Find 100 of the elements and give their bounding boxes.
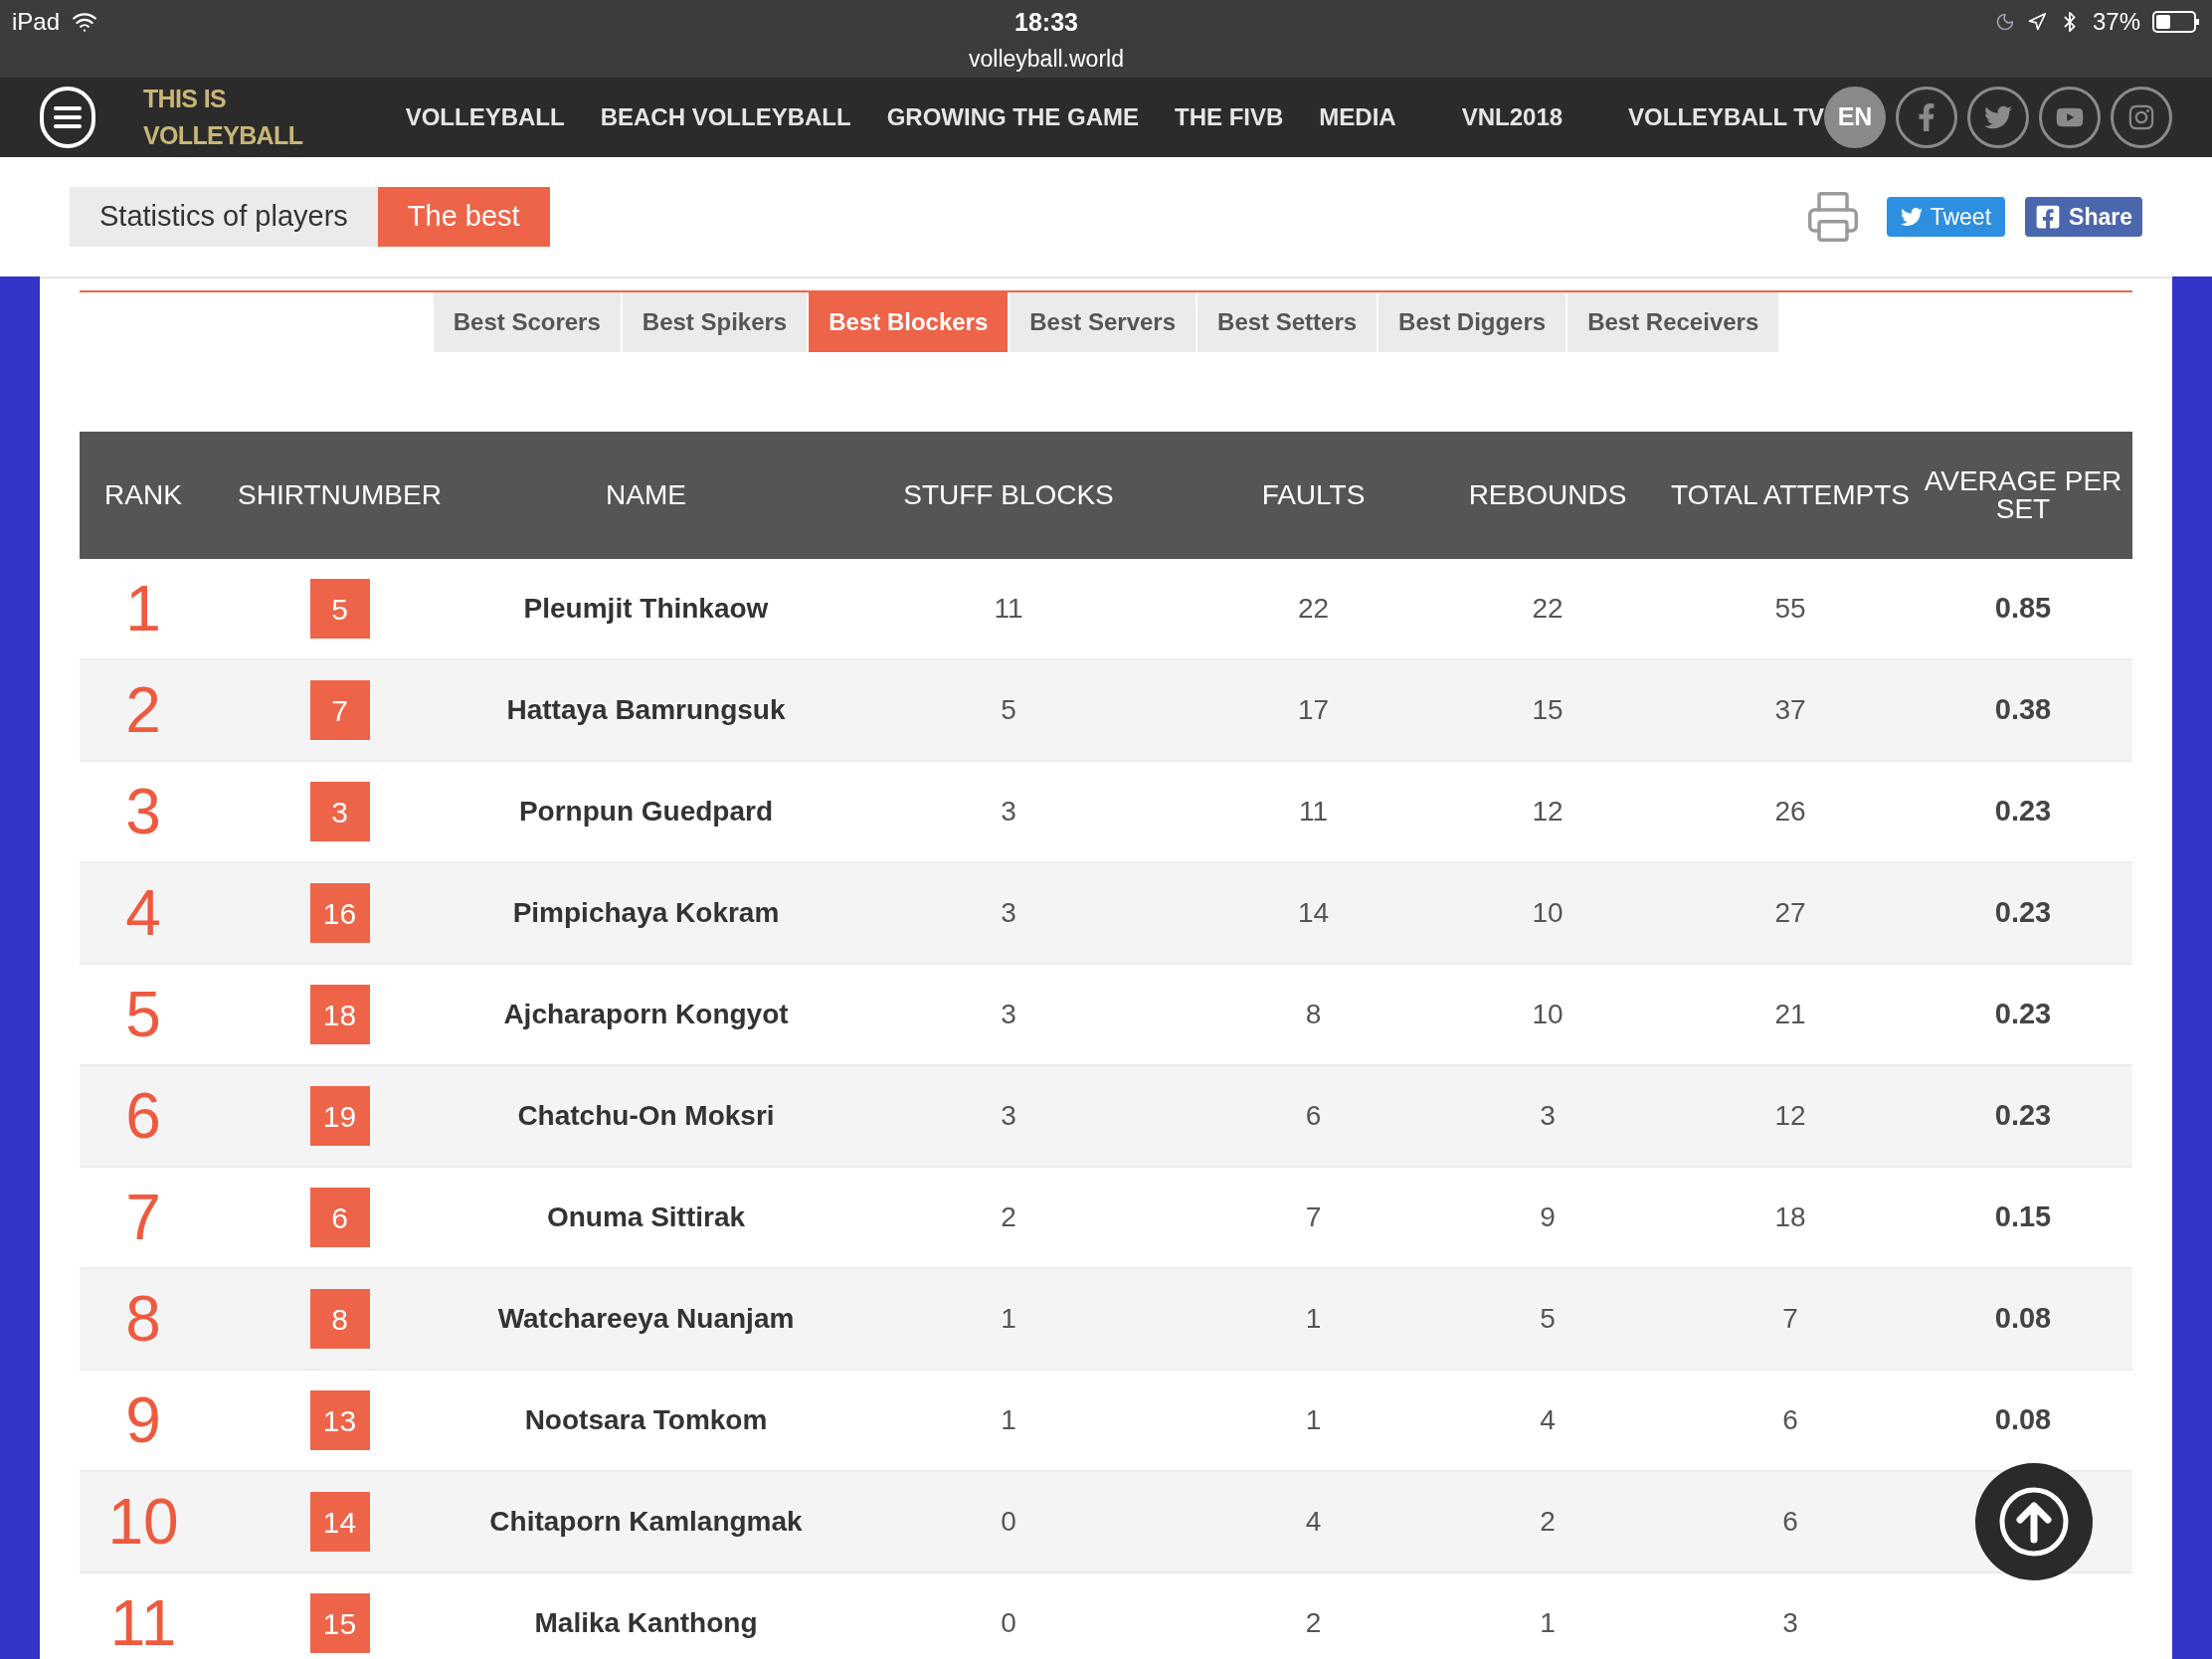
table-cell-text: 2 [1540,1505,1556,1539]
player-name: Pornpun Guedpard [518,795,774,829]
player-name: Pleumjit Thinkaow [523,592,769,626]
device-name: iPad [12,7,61,37]
table-cell-text: 26 [1774,795,1806,829]
menu-button[interactable] [40,87,95,148]
rank-number: 7 [125,1181,161,1255]
rank-number: 1 [125,572,161,646]
tweet-button[interactable]: Tweet [1886,197,2006,237]
table-cell-text: 3 [1782,1606,1798,1640]
rank-number: 8 [125,1282,161,1357]
table-cell-text: 12 [1532,795,1564,829]
nav-link[interactable]: GROWING THE GAME [886,99,1139,135]
rank-number: 11 [109,1586,177,1659]
stats-tab[interactable]: Best Setters [1198,292,1378,352]
breadcrumb-tab[interactable]: Statistics of players [70,187,378,247]
youtube-icon[interactable] [2039,87,2101,148]
table-cell-text: 5 [1540,1302,1556,1336]
nav-link[interactable]: MEDIA [1319,99,1396,135]
player-name: Onuma Sittirak [546,1200,746,1234]
player-name: Hattaya Bamrungsuk [506,693,786,727]
facebook-icon[interactable] [1896,87,1957,148]
table-cell-text: 1 [1305,1403,1322,1437]
table-cell-text: 10 [1532,896,1564,930]
table-cell-text: 7 [1305,1200,1322,1234]
facebook-icon [2035,204,2062,230]
table-cell-text: 1 [1001,1403,1016,1437]
table-cell-text: 27 [1774,896,1806,930]
instagram-icon[interactable] [2111,87,2172,148]
table-cell-text: 37 [1774,693,1806,727]
table-cell-text: 21 [1774,998,1806,1031]
table-cell-text: 11 [1298,795,1329,829]
table-cell-text: 18 [1774,1200,1806,1234]
table-cell-text: 2 [1001,1200,1016,1234]
column-header: FAULTS [1261,481,1366,509]
table-cell-text: 9 [1540,1200,1556,1234]
breadcrumb-tab[interactable]: The best [377,187,550,247]
location-icon [2026,12,2047,32]
table-cell-text: 12 [1774,1099,1806,1133]
table-cell-text: 4 [1540,1403,1556,1437]
shirt-number-badge: 5 [309,579,370,639]
table-cell-text: 2 [1305,1606,1322,1640]
player-name: Nootsara Tomkom [524,1403,768,1437]
twitter-icon[interactable] [1967,87,2029,148]
url-text[interactable]: volleyball.world [969,41,1124,76]
column-header: SHIRTNUMBER [238,481,442,509]
table-cell-text: 1 [1305,1302,1322,1336]
stats-tab[interactable]: Best Scorers [433,292,621,352]
average-cell-text: 0.23 [1994,1098,2052,1134]
average-cell-text: 0.08 [1994,1301,2052,1337]
rank-number: 6 [125,1079,161,1154]
average-cell-text: 0.85 [1994,591,2052,627]
player-name: Chitaporn Kamlangmak [489,1505,803,1539]
language-button[interactable]: EN [1824,87,1886,148]
nav-link[interactable]: THE FIVB [1175,99,1284,135]
shirt-number-badge: 7 [309,680,370,740]
nav-link[interactable]: VOLLEYBALL [405,99,565,135]
average-cell-text: 0.08 [1994,1402,2052,1438]
table-cell-text: 1 [1540,1606,1556,1640]
average-cell-text: 0.15 [1994,1199,2052,1235]
stats-tab[interactable]: Best Servers [1010,292,1197,352]
table-cell-text: 6 [1782,1403,1798,1437]
nav-link[interactable]: VOLLEYBALL TV [1628,99,1824,135]
shirt-number-badge: 13 [309,1390,370,1450]
shirt-number-badge: 3 [309,782,370,841]
column-header: REBOUNDS [1468,481,1627,509]
share-button[interactable]: Share [2025,197,2142,237]
player-name: Chatchu-On Moksri [517,1099,775,1133]
table-cell-text: 55 [1774,592,1806,626]
table-cell-text: 1 [1001,1302,1016,1336]
table-cell-text: 6 [1305,1099,1322,1133]
rank-number: 5 [125,978,161,1052]
table-cell-text: 10 [1532,998,1564,1031]
nav-link[interactable]: VNL2018 [1461,99,1564,135]
column-header: AVERAGE PER SET [1923,467,2123,523]
shirt-number-badge: 19 [309,1086,370,1146]
moon-icon [1994,12,2015,32]
column-header: TOTAL ATTEMPTS [1670,481,1911,509]
stats-tab[interactable]: Best Receivers [1567,292,1779,352]
shirt-number-badge: 15 [309,1593,370,1653]
table-cell-text: 3 [1540,1099,1556,1133]
shirt-number-badge: 8 [309,1289,370,1349]
table-cell-text: 7 [1782,1302,1798,1336]
brand-logo[interactable]: THIS IS VOLLEYBALL [142,80,364,155]
battery-percent: 37% [2092,7,2140,37]
stats-tab[interactable]: Best Diggers [1379,292,1567,352]
column-header: NAME [606,481,686,509]
table-cell-text: 22 [1532,592,1564,626]
table-cell-text: 15 [1532,693,1564,727]
table-cell-text: 8 [1305,998,1322,1031]
shirt-number-badge: 18 [309,985,370,1044]
shirt-number-badge: 14 [309,1492,370,1552]
stats-tab[interactable]: Best Blockers [809,292,1009,352]
rank-number: 10 [107,1485,179,1560]
stats-tab[interactable]: Best Spikers [622,292,808,352]
column-header: STUFF BLOCKS [903,481,1114,509]
nav-link[interactable]: BEACH VOLLEYBALL [600,99,851,135]
rank-number: 2 [125,673,161,748]
table-cell-text: 3 [1001,1099,1016,1133]
player-name: Malika Kanthong [534,1606,758,1640]
